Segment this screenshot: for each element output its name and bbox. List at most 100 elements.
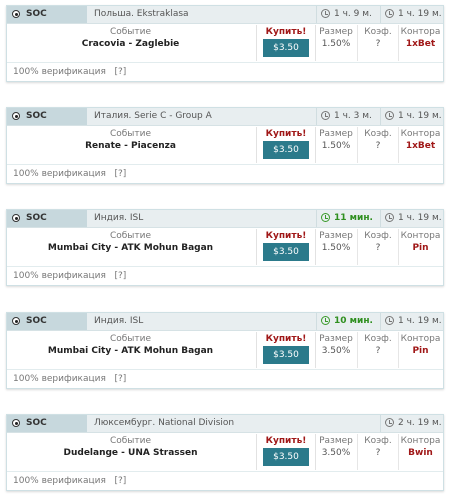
buy-column: Купить! $3.50 — [256, 434, 316, 470]
timer-arrow-icon — [321, 9, 330, 18]
event-label: Событие — [109, 231, 152, 241]
time-value: 1 ч. 9 м. — [334, 9, 372, 19]
help-link[interactable]: [?] — [114, 271, 126, 281]
card-footer: 100% верификация [?] — [7, 266, 443, 286]
sport-tag: SOC — [7, 210, 87, 227]
verification-label: 100% верификация — [13, 374, 106, 384]
bookmaker-column: Контора 1xBet — [398, 25, 443, 61]
bet-card-1: SOC Польша. Ekstraklasa 1 ч. 9 м. 1 ч. 1… — [6, 5, 444, 82]
league-name: Польша. Ekstraklasa — [94, 9, 189, 19]
time-value: 1 ч. 19 м. — [398, 9, 442, 19]
coef-column: Коэф.? — [357, 229, 399, 265]
buy-button[interactable]: $3.50 — [263, 243, 309, 261]
time-value: 1 ч. 19 м. — [398, 316, 442, 326]
time-value: 11 мин. — [334, 213, 373, 223]
soccer-ball-icon — [12, 317, 20, 325]
event-label: Событие — [109, 27, 152, 37]
help-link[interactable]: [?] — [114, 67, 126, 77]
time-total: 1 ч. 19 м. — [380, 210, 444, 227]
buy-column: Купить! $3.50 — [256, 229, 316, 265]
size-label: Размер — [319, 436, 353, 446]
timer-arrow-icon — [321, 111, 330, 120]
verification-label: 100% верификация — [13, 271, 106, 281]
league-name: Индия. ISL — [94, 316, 144, 326]
bookmaker-label: Контора — [400, 27, 441, 37]
event-column: Событие Renate - Piacenza — [7, 127, 254, 163]
verification-text: 100% верификация [?] — [13, 271, 126, 281]
help-link[interactable]: [?] — [114, 476, 126, 486]
size-value: 3.50% — [321, 346, 351, 356]
card-header: SOC Италия. Serie C - Group A 1 ч. 3 м. … — [7, 108, 443, 126]
card-header: SOC Польша. Ekstraklasa 1 ч. 9 м. 1 ч. 1… — [7, 6, 443, 24]
bet-card-5: SOC Люксембург. National Division 2 ч. 1… — [6, 414, 444, 491]
sport-label: SOC — [26, 418, 47, 428]
time-to-start: 11 мин. — [316, 210, 380, 227]
card-header: SOC Люксембург. National Division 2 ч. 1… — [7, 415, 443, 433]
event-label: Событие — [109, 129, 152, 139]
time-value: 10 мин. — [334, 316, 373, 326]
verification-label: 100% верификация — [13, 476, 106, 486]
buy-button[interactable]: $3.50 — [263, 141, 309, 159]
time-value: 1 ч. 19 м. — [398, 111, 442, 121]
timer-arrow-icon — [321, 213, 330, 222]
bookmaker-label: Контора — [400, 334, 441, 344]
soccer-ball-icon — [12, 10, 20, 18]
card-header: SOC Индия. ISL 10 мин. 1 ч. 19 м. — [7, 313, 443, 331]
time-to-start: 10 мин. — [316, 313, 380, 330]
buy-label: Купить! — [265, 27, 307, 37]
buy-button[interactable]: $3.50 — [263, 448, 309, 466]
time-value: 1 ч. 3 м. — [334, 111, 372, 121]
timer-arrow-icon — [321, 316, 330, 325]
time-to-start: 1 ч. 3 м. — [316, 108, 380, 125]
event-column: Событие Cracovia - Zaglebie — [7, 25, 254, 61]
event-column: Событие Dudelange - UNA Strassen — [7, 434, 254, 470]
buy-label: Купить! — [265, 129, 307, 139]
clock-icon — [385, 418, 394, 427]
buy-column: Купить! $3.50 — [256, 332, 316, 368]
event-column: Событие Mumbai City - ATK Mohun Bagan — [7, 332, 254, 368]
bet-card-4: SOC Индия. ISL 10 мин. 1 ч. 19 м. Событи… — [6, 312, 444, 389]
event-column: Событие Mumbai City - ATK Mohun Bagan — [7, 229, 254, 265]
coef-column: Коэф.? — [357, 25, 399, 61]
buy-column: Купить! $3.50 — [256, 127, 316, 163]
bookmaker-column: Контора Pin — [398, 332, 443, 368]
bet-card-3: SOC Индия. ISL 11 мин. 1 ч. 19 м. Событи… — [6, 209, 444, 286]
card-footer: 100% верификация [?] — [7, 471, 443, 491]
sport-tag: SOC — [7, 6, 87, 23]
bookmaker-name: 1xBet — [405, 141, 436, 151]
bookmaker-label: Контора — [400, 129, 441, 139]
time-total: 1 ч. 19 м. — [380, 108, 444, 125]
help-link[interactable]: [?] — [114, 374, 126, 384]
clock-icon — [385, 316, 394, 325]
verification-text: 100% верификация [?] — [13, 374, 126, 384]
card-header: SOC Индия. ISL 11 мин. 1 ч. 19 м. — [7, 210, 443, 228]
size-value: 1.50% — [321, 39, 351, 49]
buy-label: Купить! — [265, 334, 307, 344]
size-column: Размер 1.50% — [316, 25, 356, 61]
bookmaker-name: 1xBet — [405, 39, 436, 49]
time-total: 2 ч. 19 м. — [380, 415, 444, 432]
size-value: 1.50% — [321, 243, 351, 253]
help-link[interactable]: [?] — [114, 169, 126, 179]
coef-column: Коэф.? — [357, 127, 399, 163]
card-footer: 100% верификация [?] — [7, 164, 443, 184]
size-column: Размер 3.50% — [316, 434, 356, 470]
size-label: Размер — [319, 27, 353, 37]
buy-button[interactable]: $3.50 — [263, 39, 309, 57]
event-name: Cracovia - Zaglebie — [81, 39, 180, 49]
bookmaker-name: Bwin — [408, 448, 433, 458]
buy-button[interactable]: $3.50 — [263, 346, 309, 364]
soccer-ball-icon — [12, 419, 20, 427]
event-name: Mumbai City - ATK Mohun Bagan — [47, 346, 214, 356]
size-column: Размер 1.50% — [316, 229, 356, 265]
league-name: Италия. Serie C - Group A — [94, 111, 212, 121]
buy-label: Купить! — [265, 436, 307, 446]
sport-tag: SOC — [7, 415, 87, 432]
clock-icon — [385, 111, 394, 120]
event-name: Renate - Piacenza — [85, 141, 176, 151]
card-footer: 100% верификация [?] — [7, 62, 443, 82]
bookmaker-column: Контора 1xBet — [398, 127, 443, 163]
coef-column: Коэф.? — [357, 434, 399, 470]
size-column: Размер 1.50% — [316, 127, 356, 163]
league-name: Индия. ISL — [94, 213, 144, 223]
